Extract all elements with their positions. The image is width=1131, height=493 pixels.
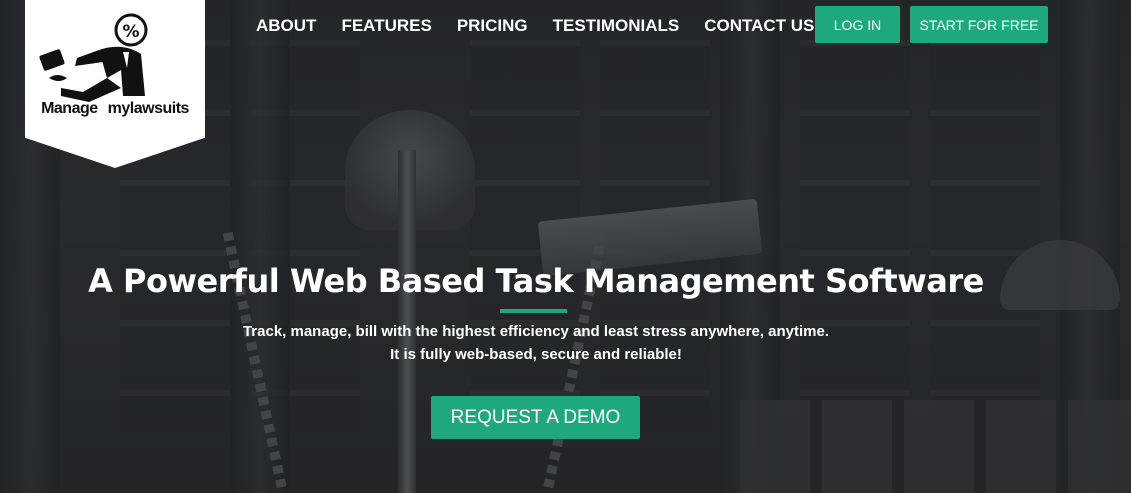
logo-text-left: Manage <box>41 100 98 117</box>
request-demo-button[interactable]: REQUEST A DEMO <box>431 396 640 439</box>
logo[interactable]: % Manage mylawsuits <box>25 0 205 168</box>
nav-pricing[interactable]: PRICING <box>457 16 528 36</box>
nav-testimonials[interactable]: TESTIMONIALS <box>553 16 680 36</box>
hero-subtitle-line-1: Track, manage, bill with the highest eff… <box>242 323 830 340</box>
headline-part-1: A Powerful Web Based <box>88 262 496 300</box>
nav-features[interactable]: FEATURES <box>341 16 431 36</box>
headline-part-2: Management Software <box>573 262 985 300</box>
hero-subtitle-line-2: It is fully web-based, secure and reliab… <box>390 346 682 363</box>
start-for-free-button[interactable]: START FOR FREE <box>910 6 1048 43</box>
logo-text-right: mylawsuits <box>107 100 190 117</box>
mascot-logo-icon: % <box>39 13 148 102</box>
hero-headline: A Powerful Web Based Task Management Sof… <box>0 262 1072 300</box>
nav-contact-us[interactable]: CONTACT US <box>704 16 814 36</box>
headline-emphasis: Task <box>495 262 574 300</box>
nav-about[interactable]: ABOUT <box>256 16 316 36</box>
login-button[interactable]: LOG IN <box>815 6 900 43</box>
headline-accent-underline <box>500 309 567 313</box>
logo-symbol: % <box>122 22 139 42</box>
logo-text: Manage mylawsuits <box>25 100 205 118</box>
main-nav: ABOUT FEATURES PRICING TESTIMONIALS CONT… <box>256 16 839 36</box>
